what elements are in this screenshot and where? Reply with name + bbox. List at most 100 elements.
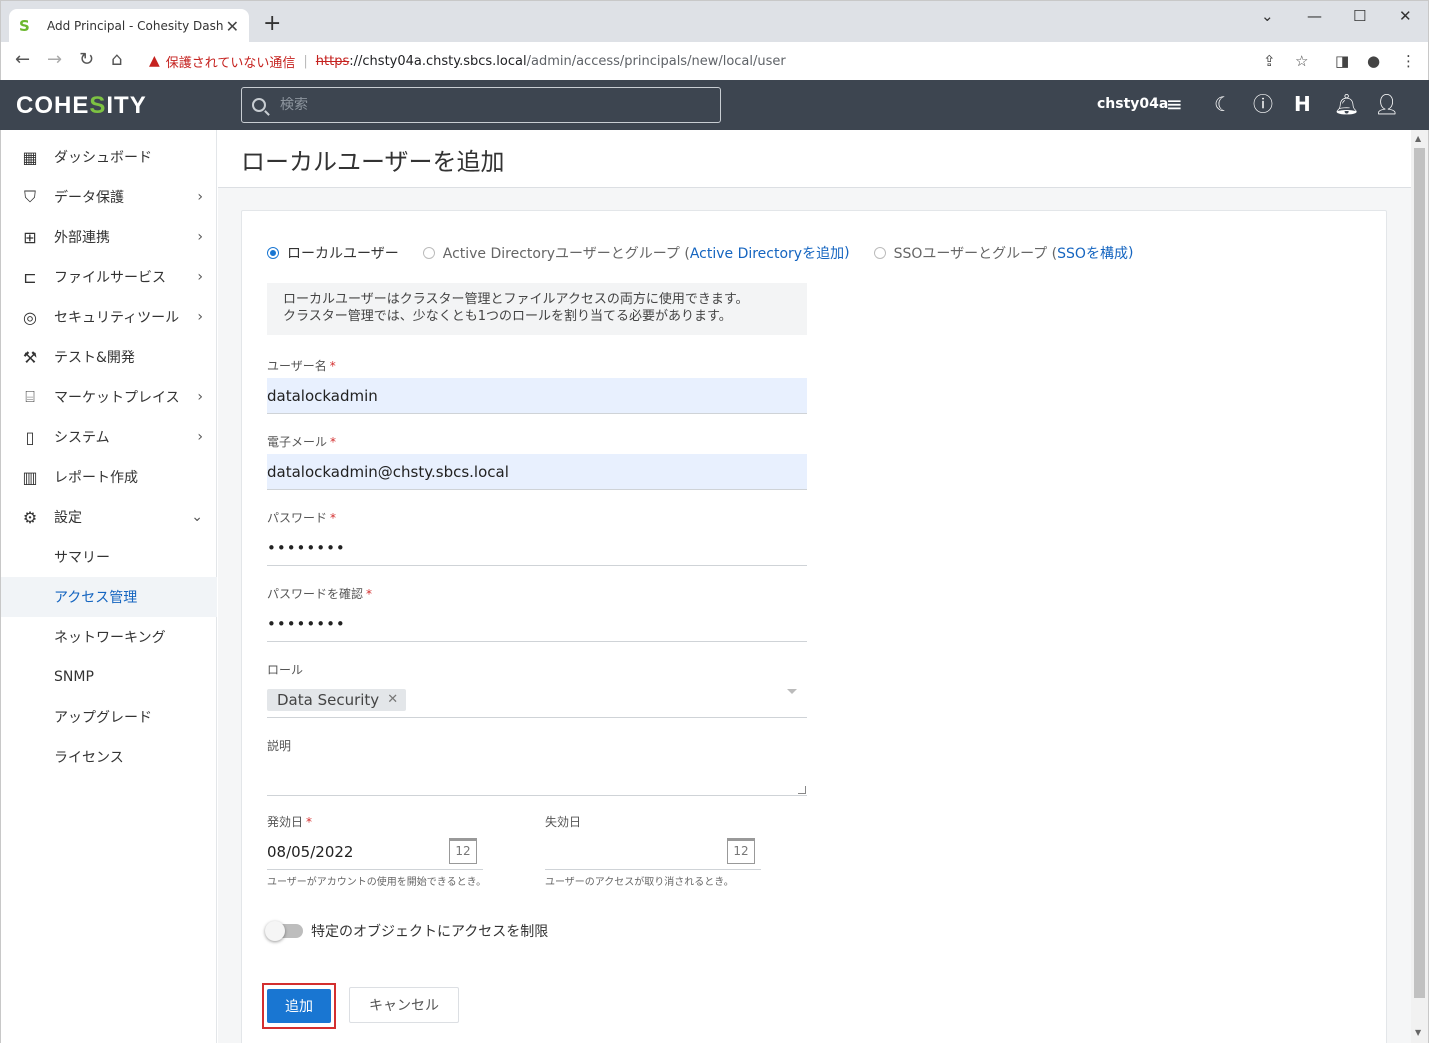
chevron-right-icon: › bbox=[197, 389, 203, 405]
password-confirm-input[interactable]: •••••••• bbox=[267, 606, 807, 642]
principal-type-radio-group: ローカルユーザー Active Directoryユーザーとグループ (Acti… bbox=[267, 243, 1157, 263]
page-scrollbar[interactable]: ▲ ▼ bbox=[1411, 130, 1429, 1043]
url-field[interactable]: ▲ 保護されていない通信 | https ://chsty04a.chsty.s… bbox=[141, 46, 1321, 76]
forward-icon[interactable]: → bbox=[47, 50, 62, 70]
sidebar-item-marketplace[interactable]: ⌸ マーケットプレイス › bbox=[1, 377, 217, 417]
description-textarea[interactable] bbox=[267, 758, 807, 796]
resize-handle-icon[interactable] bbox=[798, 786, 806, 794]
system-icon: ▯ bbox=[25, 427, 35, 447]
sidebar-item-label: システム bbox=[54, 430, 110, 446]
scroll-down-arrow-icon[interactable]: ▼ bbox=[1415, 1028, 1421, 1037]
global-search[interactable] bbox=[241, 87, 721, 123]
tab-search-icon[interactable]: ⌄ bbox=[1261, 7, 1274, 25]
page-header: ローカルユーザーを追加 bbox=[218, 130, 1411, 188]
restrict-access-toggle[interactable] bbox=[265, 921, 303, 941]
username-label: ユーザー名 * bbox=[267, 359, 336, 373]
info-text-line2: クラスター管理では、少なくとも1つのロールを割り当てる必要があります。 bbox=[283, 309, 732, 324]
end-date-input[interactable]: 12 bbox=[545, 834, 761, 870]
notification-bell-icon[interactable]: 🔔︎ bbox=[1334, 92, 1359, 116]
bookmark-star-icon[interactable]: ☆ bbox=[1295, 52, 1308, 70]
warning-icon: ▲ bbox=[149, 53, 160, 69]
role-label: ロール bbox=[267, 663, 304, 677]
sidebar-sub-summary[interactable]: サマリー bbox=[1, 537, 217, 577]
helios-icon[interactable]: H bbox=[1294, 92, 1311, 116]
folder-icon: ⊏ bbox=[23, 267, 37, 287]
cancel-button[interactable]: キャンセル bbox=[349, 987, 459, 1023]
cluster-filter-icon[interactable]: ≡ bbox=[1166, 92, 1183, 116]
scroll-up-arrow-icon[interactable]: ▲ bbox=[1415, 134, 1421, 143]
radio-button-checked[interactable] bbox=[267, 247, 279, 259]
maximize-icon[interactable]: ☐ bbox=[1353, 7, 1366, 25]
security-warning[interactable]: 保護されていない通信 bbox=[166, 52, 296, 71]
share-icon[interactable]: ⇪ bbox=[1263, 52, 1276, 70]
sidebar-sub-snmp[interactable]: SNMP bbox=[1, 657, 217, 697]
password-input[interactable]: •••••••• bbox=[267, 530, 807, 566]
sidebar-sub-license[interactable]: ライセンス bbox=[1, 737, 217, 777]
sidebar-item-integrations[interactable]: ⊞ 外部連携 › bbox=[1, 217, 217, 257]
sidebar-item-system[interactable]: ▯ システム › bbox=[1, 417, 217, 457]
remove-chip-icon[interactable]: ✕ bbox=[387, 692, 398, 707]
radio-sso[interactable]: SSOユーザーとグループ (SSOを構成) bbox=[873, 243, 1133, 263]
sidebar-sub-access-management[interactable]: アクセス管理 bbox=[1, 577, 217, 617]
add-active-directory-link[interactable]: Active Directoryを追加 bbox=[690, 243, 844, 263]
help-icon[interactable]: ⓘ bbox=[1253, 92, 1273, 116]
dashboard-icon: ▦ bbox=[22, 147, 38, 167]
search-input[interactable] bbox=[280, 97, 700, 113]
home-icon[interactable]: ⌂ bbox=[111, 50, 122, 70]
sidebar-item-label: テスト&開発 bbox=[54, 350, 135, 366]
cohesity-logo[interactable]: COHESITY bbox=[16, 92, 147, 120]
role-chip: Data Security ✕ bbox=[267, 688, 407, 711]
radio-active-directory[interactable]: Active Directoryユーザーとグループ (Active Direct… bbox=[422, 243, 850, 263]
role-chip-label: Data Security bbox=[277, 690, 380, 709]
store-icon: ⌸ bbox=[25, 387, 35, 406]
scroll-thumb[interactable] bbox=[1414, 148, 1425, 998]
start-date-input[interactable]: 08/05/2022 12 bbox=[267, 834, 483, 870]
end-date-hint: ユーザーのアクセスが取り消されるとき。 bbox=[545, 877, 734, 888]
sidebar-item-dashboard[interactable]: ▦ ダッシュボード bbox=[1, 137, 217, 177]
new-tab-button[interactable]: + bbox=[263, 13, 281, 35]
sidebar-item-security-tools[interactable]: ◎ セキュリティツール › bbox=[1, 297, 217, 337]
cluster-name[interactable]: chsty04a bbox=[1097, 96, 1168, 112]
sidebar-item-file-services[interactable]: ⊏ ファイルサービス › bbox=[1, 257, 217, 297]
back-icon[interactable]: ← bbox=[15, 50, 30, 70]
email-input[interactable]: datalockadmin@chsty.sbcs.local bbox=[267, 454, 807, 490]
chevron-right-icon: › bbox=[197, 229, 203, 245]
menu-kebab-icon[interactable]: ⋮ bbox=[1401, 52, 1416, 70]
password-confirm-field-group: パスワードを確認 * •••••••• bbox=[267, 585, 807, 642]
restrict-access-toggle-row: 特定のオブジェクトにアクセスを制限 bbox=[265, 921, 548, 941]
sidebar: ▦ ダッシュボード ⛉ データ保護 › ⊞ 外部連携 › ⊏ ファイルサービス … bbox=[0, 130, 217, 1043]
role-field-group: ロール Data Security ✕ bbox=[267, 661, 807, 718]
sidebar-item-label: レポート作成 bbox=[54, 470, 138, 486]
dropdown-arrow-icon[interactable] bbox=[787, 689, 797, 694]
dark-mode-moon-icon[interactable]: ☾ bbox=[1214, 92, 1232, 116]
sidebar-sub-networking[interactable]: ネットワーキング bbox=[1, 617, 217, 657]
configure-sso-link[interactable]: SSOを構成 bbox=[1057, 243, 1128, 263]
sidebar-item-reporting[interactable]: ▥ レポート作成 bbox=[1, 457, 217, 497]
radio-local-user[interactable]: ローカルユーザー bbox=[267, 243, 399, 263]
username-input[interactable]: datalockadmin bbox=[267, 378, 807, 414]
user-account-icon[interactable]: 👤︎ bbox=[1374, 92, 1399, 116]
add-button[interactable]: 追加 bbox=[267, 989, 331, 1023]
info-text-line1: ローカルユーザーはクラスター管理とファイルアクセスの両方に使用できます。 bbox=[283, 292, 749, 307]
tab-close-icon[interactable]: ✕ bbox=[226, 17, 239, 36]
window-close-icon[interactable]: ✕ bbox=[1399, 7, 1412, 25]
sidebar-item-test-dev[interactable]: ⚒ テスト&開発 bbox=[1, 337, 217, 377]
sidebar-item-label: ファイルサービス bbox=[54, 270, 166, 286]
wrench-icon: ⚒ bbox=[22, 347, 38, 367]
shield-icon: ⛉ bbox=[23, 187, 36, 206]
sidebar-item-label: 外部連携 bbox=[54, 230, 110, 246]
calendar-icon[interactable]: 12 bbox=[449, 838, 477, 864]
profile-icon[interactable]: ● bbox=[1367, 52, 1380, 70]
radio-button[interactable] bbox=[422, 247, 435, 259]
browser-tab[interactable]: S Add Principal - Cohesity Dashboard ✕ bbox=[9, 9, 249, 43]
calendar-icon[interactable]: 12 bbox=[727, 838, 755, 864]
role-select[interactable]: Data Security ✕ bbox=[267, 682, 807, 718]
sidebar-item-data-protection[interactable]: ⛉ データ保護 › bbox=[1, 177, 217, 217]
sidebar-item-settings[interactable]: ⚙ 設定 ⌄ bbox=[1, 497, 217, 537]
sidebar-sub-upgrade[interactable]: アップグレード bbox=[1, 697, 217, 737]
radio-button[interactable] bbox=[873, 247, 886, 259]
minimize-icon[interactable]: — bbox=[1307, 7, 1322, 25]
side-panel-icon[interactable]: ◨ bbox=[1335, 52, 1349, 70]
reload-icon[interactable]: ↻ bbox=[79, 50, 94, 70]
radio-label: SSOユーザーとグループ ( bbox=[893, 246, 1058, 262]
